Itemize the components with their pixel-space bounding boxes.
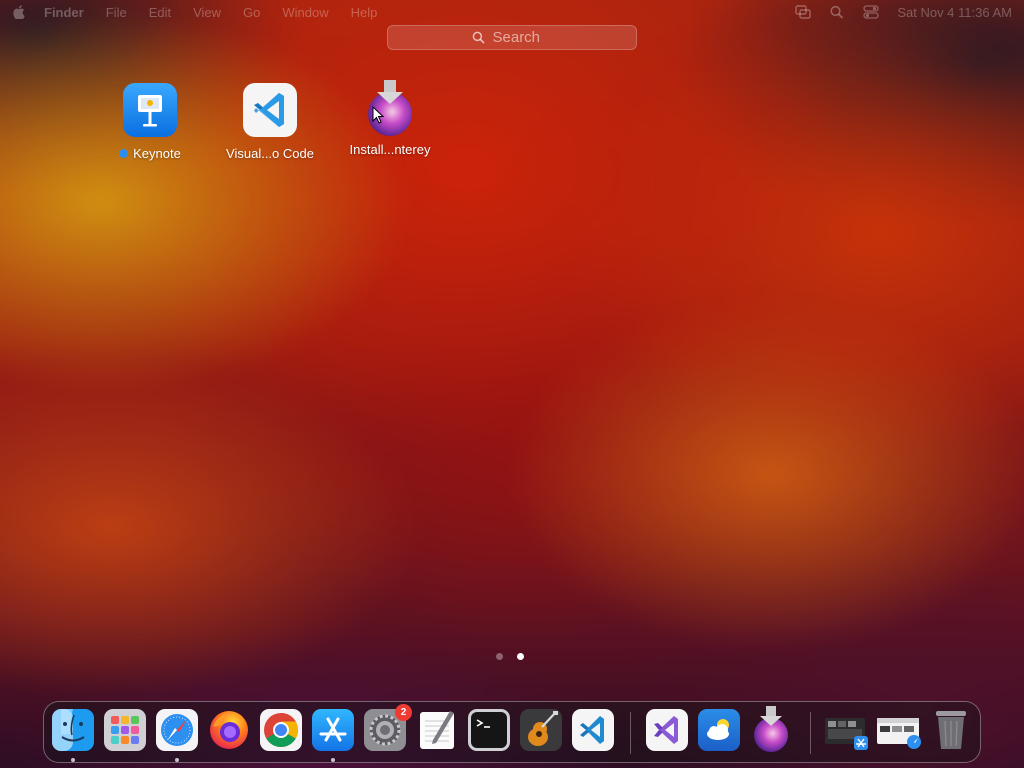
launchpad-search-field[interactable] [387, 25, 637, 50]
dock-safari[interactable] [156, 709, 198, 751]
running-indicator [331, 758, 335, 762]
menu-help[interactable]: Help [351, 5, 378, 20]
dock-app-store[interactable] [312, 709, 354, 751]
menu-clock[interactable]: Sat Nov 4 11:36 AM [897, 5, 1012, 20]
menu-go[interactable]: Go [243, 5, 260, 20]
vscode-icon [572, 709, 614, 751]
apple-logo-icon[interactable] [12, 5, 26, 19]
running-indicator [175, 758, 179, 762]
launchpad-app-label: Visual...o Code [226, 146, 314, 161]
new-app-indicator [119, 149, 129, 158]
dock-finder[interactable] [52, 709, 94, 751]
menu-app-name[interactable]: Finder [44, 5, 84, 20]
dock-textedit[interactable] [416, 709, 458, 751]
spotlight-search-icon[interactable] [829, 5, 845, 19]
dock-install-monterey[interactable] [750, 705, 792, 753]
garageband-icon [520, 709, 562, 751]
dock-terminal[interactable] [468, 709, 510, 751]
app-store-icon [312, 709, 354, 751]
menu-window[interactable]: Window [282, 5, 328, 20]
app-label-vscode: Visual...o Code [226, 146, 314, 161]
vscode-icon [243, 83, 297, 137]
documents-stack-icon [877, 718, 921, 749]
launchpad-app-label: Install...nterey [350, 142, 431, 157]
install-monterey-icon [754, 706, 788, 752]
app-label-keynote: Keynote [133, 146, 181, 161]
search-input[interactable] [492, 29, 553, 46]
launchpad-app-vscode[interactable]: Visual...o Code [210, 83, 330, 161]
trash-icon [936, 711, 966, 749]
terminal-icon [468, 709, 510, 751]
mouse-cursor-icon [372, 106, 384, 124]
launchpad-icon [104, 709, 146, 751]
keynote-icon [123, 83, 177, 137]
page-dot-1[interactable] [496, 653, 503, 660]
search-icon [472, 31, 485, 44]
launchpad-app-install-monterey[interactable]: Install...nterey [330, 78, 450, 157]
menu-view[interactable]: View [193, 5, 221, 20]
page-indicator [496, 653, 524, 660]
dock-visual-studio[interactable] [646, 709, 688, 751]
dock: 2 [43, 701, 981, 763]
chrome-icon [260, 709, 302, 751]
menu-file[interactable]: File [106, 5, 127, 20]
launchpad-app-label: Keynote [119, 146, 181, 161]
dock-separator [630, 712, 631, 754]
running-indicator [71, 758, 75, 762]
downloads-stack-icon [825, 718, 868, 750]
dock-separator [810, 712, 811, 754]
menu-edit[interactable]: Edit [149, 5, 171, 20]
dock-system-preferences[interactable]: 2 [364, 704, 412, 751]
dock-garageband[interactable] [520, 709, 562, 751]
dock-weather[interactable] [698, 709, 740, 751]
dock-documents-stack[interactable] [876, 709, 922, 751]
control-center-icon[interactable] [863, 5, 879, 19]
visual-studio-icon [646, 709, 688, 751]
dock-firefox[interactable] [208, 709, 250, 751]
notification-badge: 2 [395, 704, 412, 721]
firefox-icon [210, 711, 248, 749]
textedit-icon [420, 711, 454, 749]
menu-extras: Sat Nov 4 11:36 AM [795, 5, 1012, 20]
dock-vscode[interactable] [572, 709, 614, 751]
dock-launchpad[interactable] [104, 709, 146, 751]
launchpad-app-keynote[interactable]: Keynote [90, 83, 210, 161]
dock-downloads-stack[interactable] [824, 709, 870, 751]
safari-icon [156, 709, 198, 751]
page-dot-2-active[interactable] [517, 653, 524, 660]
weather-icon [698, 709, 740, 751]
dock-chrome[interactable] [260, 709, 302, 751]
app-label-install-monterey: Install...nterey [349, 142, 431, 157]
finder-icon [52, 709, 94, 751]
screen-mirroring-icon[interactable] [795, 5, 812, 19]
menu-bar: Finder File Edit View Go Window Help Sat… [0, 0, 1024, 24]
dock-trash[interactable] [930, 709, 972, 751]
